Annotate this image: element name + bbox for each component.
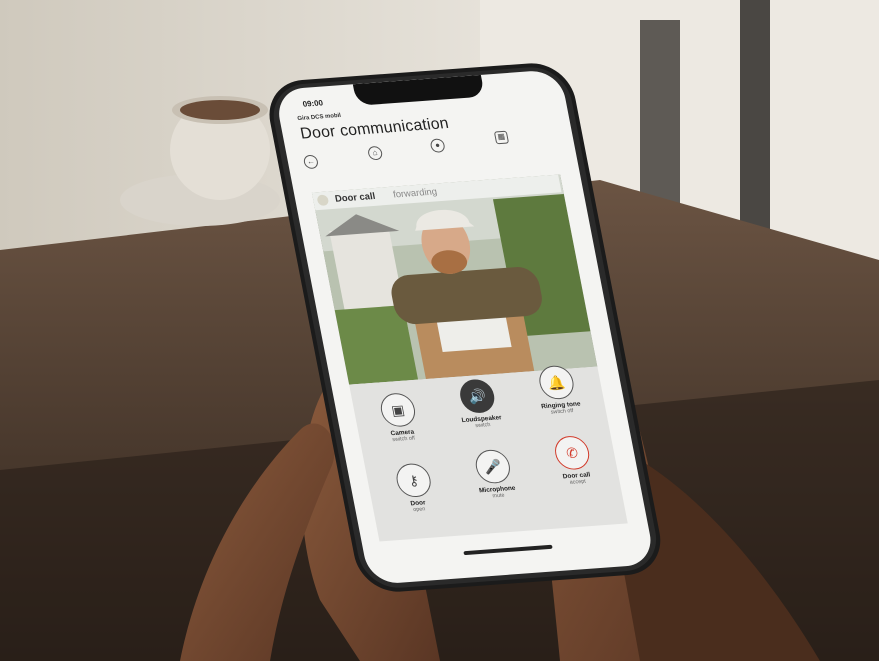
back-arrow-icon[interactable]: ← (302, 154, 320, 170)
microphone-button[interactable]: 🎤 Microphone mute (452, 447, 536, 501)
ringing-tone-button[interactable]: 🔔 Ringing tone switch off (516, 363, 600, 417)
home-indicator[interactable] (463, 544, 553, 556)
banner-title: Door call (334, 191, 377, 205)
door-open-button[interactable]: ⚷ Door open (373, 461, 457, 515)
key-icon: ⚷ (393, 462, 434, 499)
grid-icon[interactable]: ▦ (493, 130, 510, 145)
banner-state: forwarding (392, 186, 439, 201)
home-icon[interactable]: ⌂ (366, 145, 384, 161)
door-call-accept-button[interactable]: ✆ Door call accept (531, 433, 615, 487)
app-name: Gira DCS mobil (297, 112, 342, 123)
camera-icon: ▣ (377, 392, 418, 428)
control-panel: ▣ Camera switch off 🔊 Loudspeaker switch… (349, 364, 628, 542)
favorites-icon[interactable]: ● (429, 138, 446, 153)
phone-icon: ✆ (552, 434, 593, 471)
camera-button[interactable]: ▣ Camera switch off (357, 391, 441, 445)
status-dot-icon (316, 194, 330, 207)
status-time: 09:00 (301, 98, 324, 109)
speaker-icon: 🔊 (457, 378, 498, 415)
bell-icon: 🔔 (536, 364, 577, 401)
microphone-icon: 🎤 (472, 448, 513, 485)
loudspeaker-button[interactable]: 🔊 Loudspeaker switch (437, 377, 521, 431)
